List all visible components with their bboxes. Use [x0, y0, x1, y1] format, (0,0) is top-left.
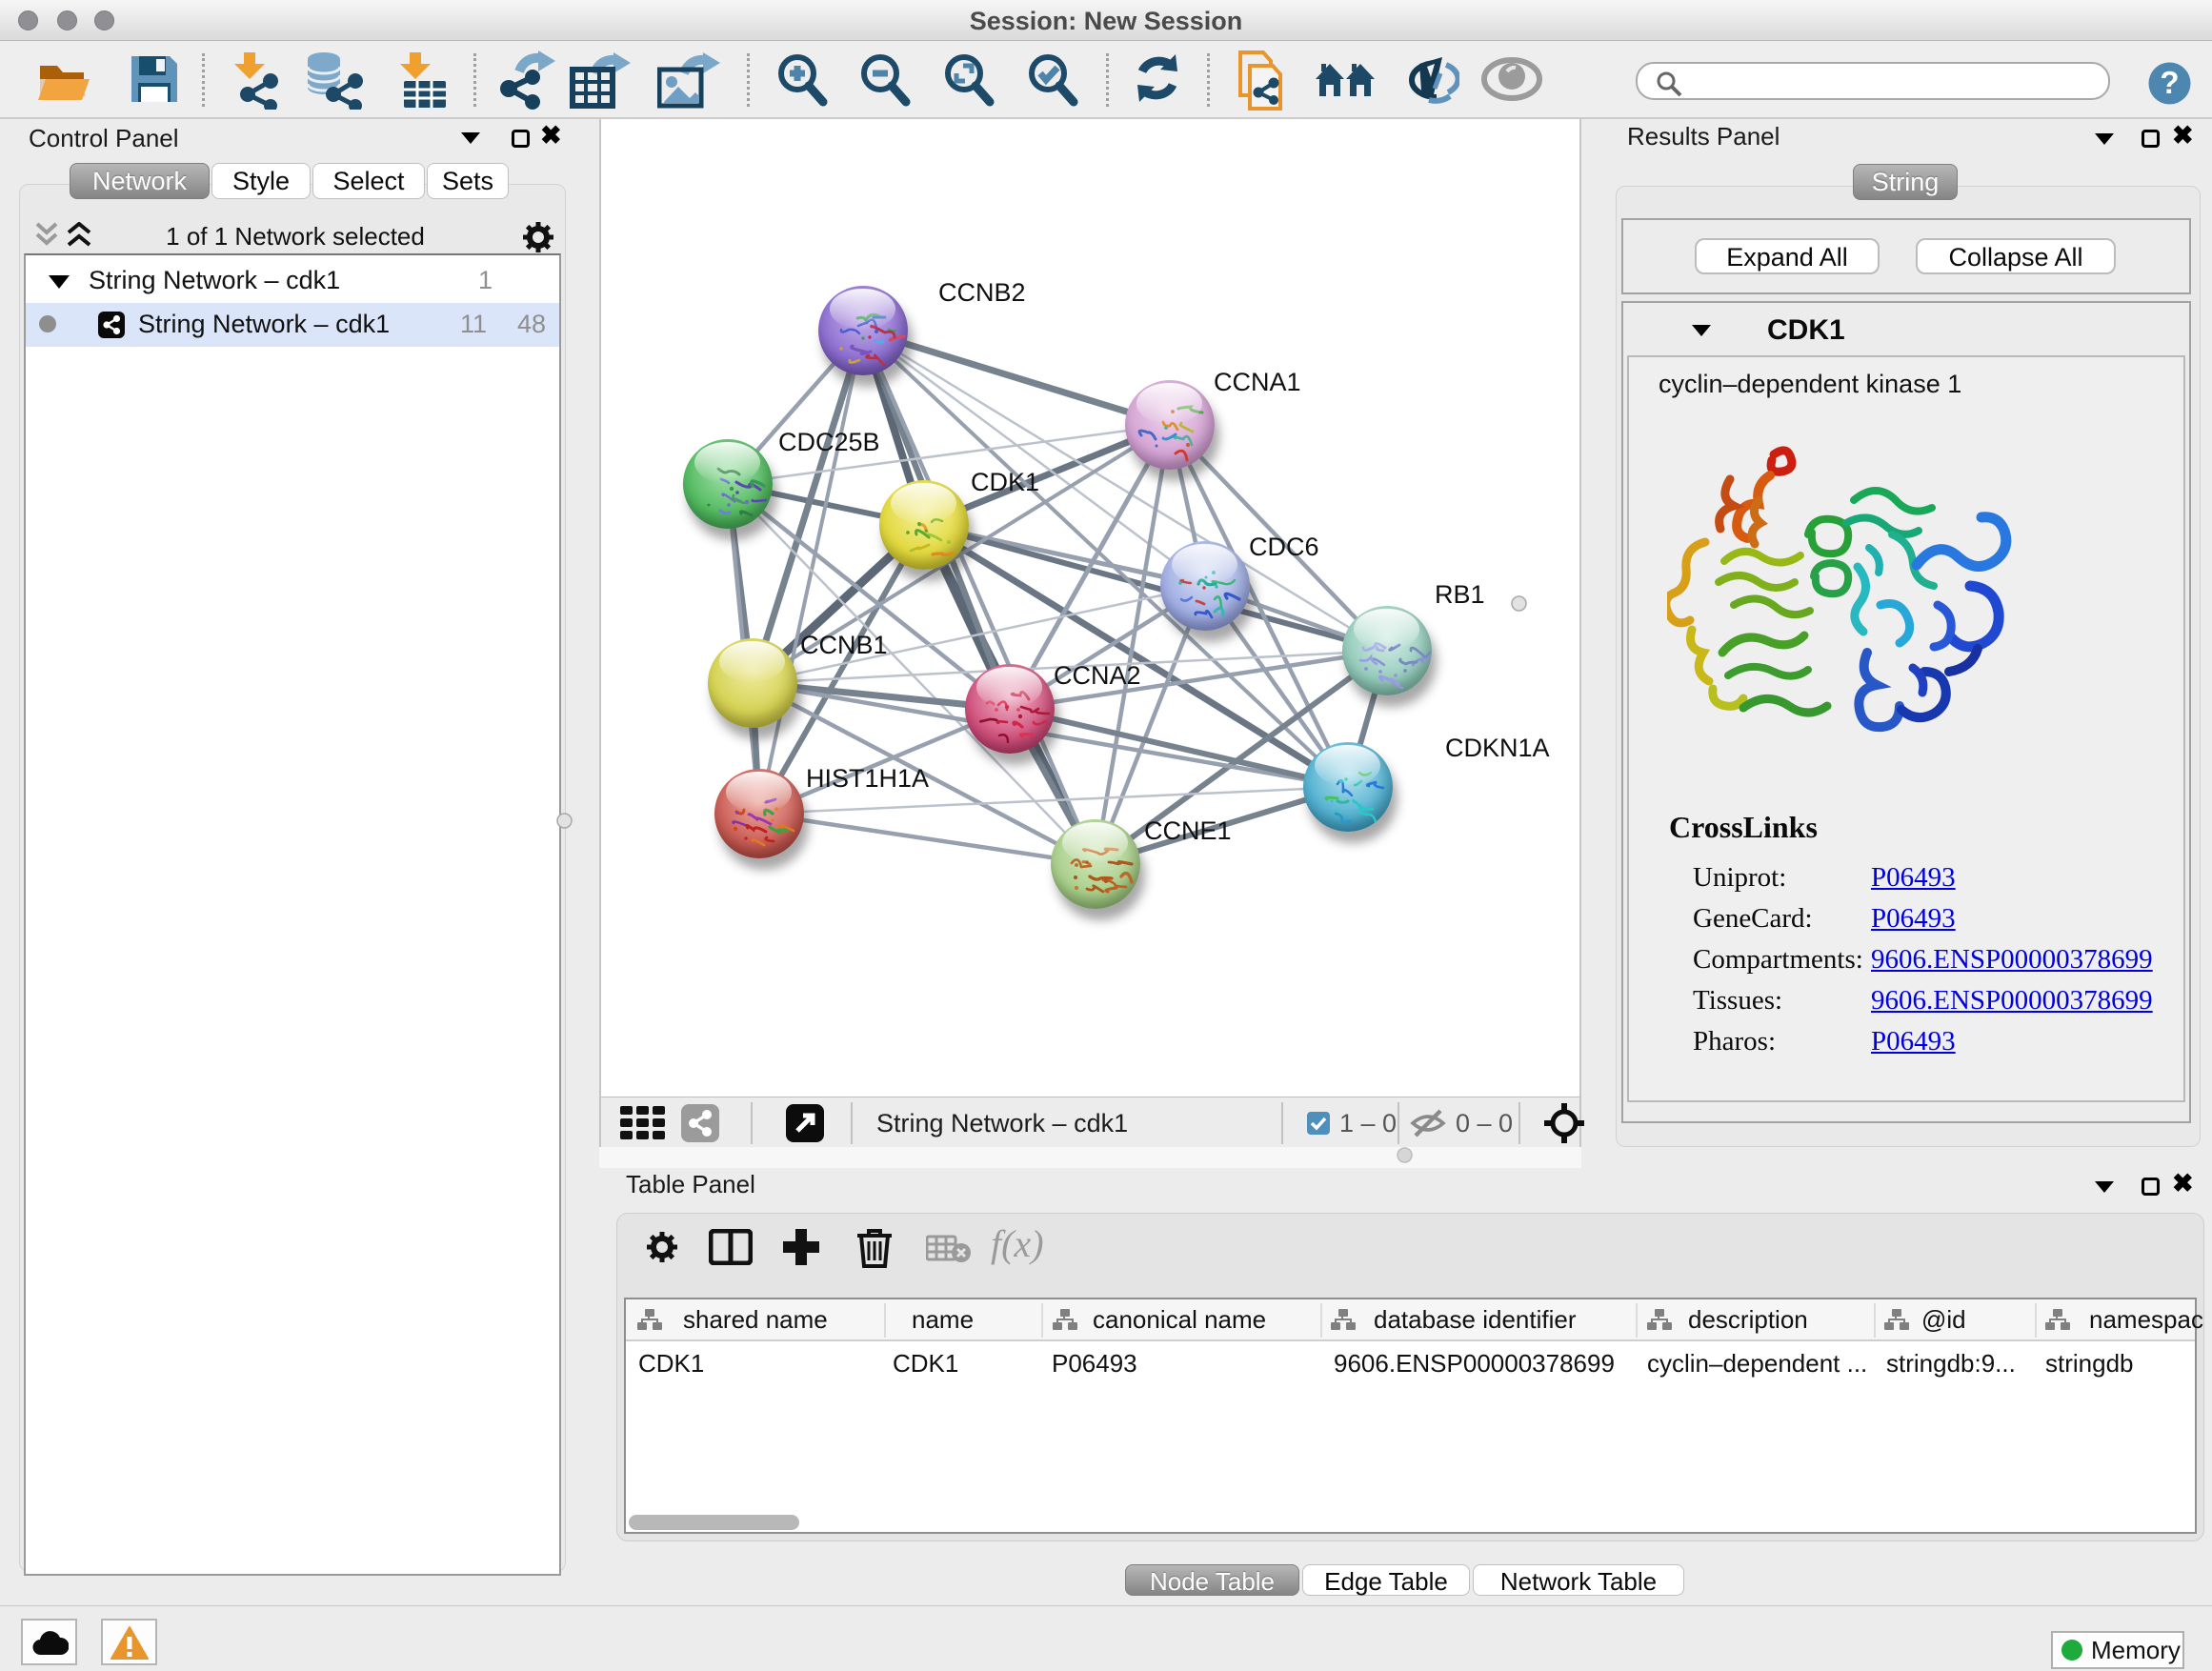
svg-text:?: ? — [2160, 65, 2179, 100]
